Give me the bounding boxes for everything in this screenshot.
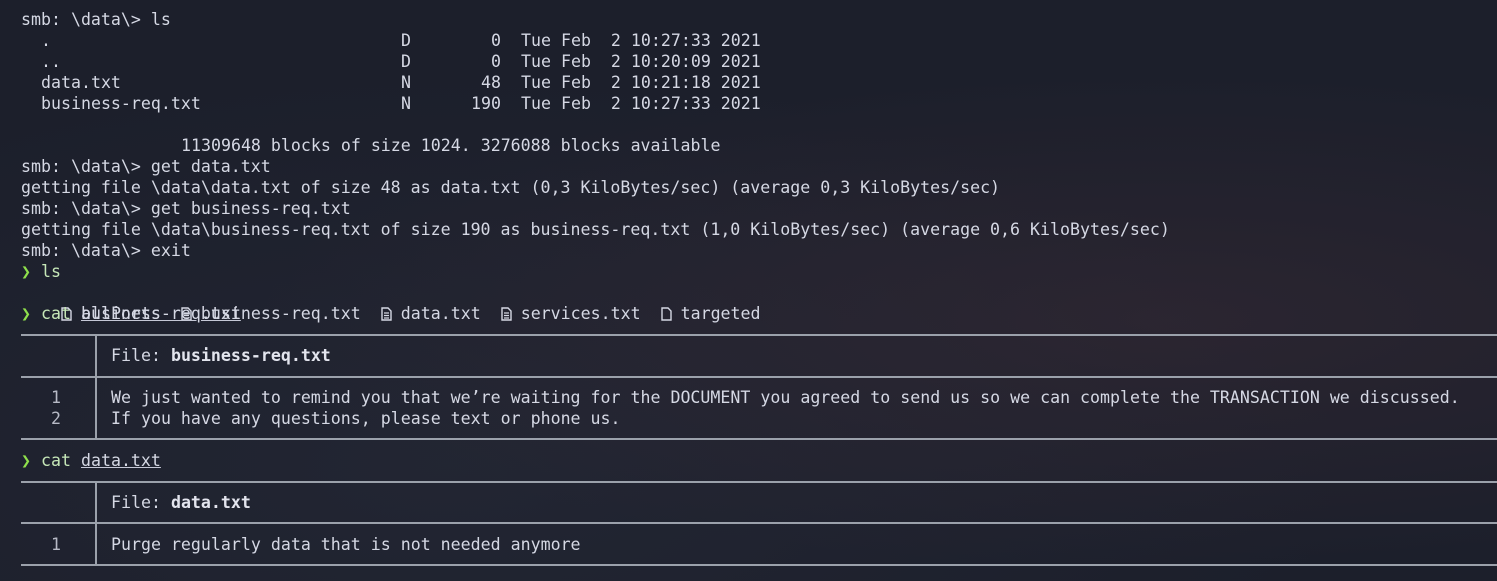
entry-size: 190 bbox=[471, 94, 501, 113]
smb-prompt-line: smb: \data\> ls bbox=[21, 9, 171, 30]
entry-name: .. bbox=[41, 52, 61, 71]
smb-prompt: smb: \data\> bbox=[21, 157, 151, 176]
smb-command: get business-req.txt bbox=[150, 199, 351, 218]
ls-item[interactable]: targeted bbox=[660, 304, 761, 323]
smb-output: getting file \data\business-req.txt of s… bbox=[21, 220, 1170, 239]
smb-prompt-line: smb: \data\> get data.txt bbox=[21, 156, 271, 177]
bat-file-header: File: data.txt bbox=[111, 492, 251, 513]
entry-size: 0 bbox=[491, 52, 501, 71]
smb-prompt: smb: \data\> bbox=[21, 10, 151, 29]
smb-output: getting file \data\data.txt of size 48 a… bbox=[21, 178, 1001, 197]
bat-bottom-rule bbox=[21, 564, 1497, 566]
file-name: business-req.txt bbox=[170, 346, 331, 365]
bat-header-rule bbox=[21, 376, 1497, 378]
shell-prompt-line: ❯ cat business-req.txt bbox=[21, 303, 241, 324]
entry-date: Tue Feb 2 10:27:33 2021 bbox=[521, 31, 761, 50]
smb-prompt-line: smb: \data\> get business-req.txt bbox=[21, 198, 351, 219]
smb-prompt: smb: \data\> bbox=[21, 199, 151, 218]
prompt-arrow-icon: ❯ bbox=[21, 262, 31, 281]
ls-item[interactable]: data.txt bbox=[381, 304, 481, 323]
file-label: File: bbox=[111, 346, 171, 365]
entry-name: business-req.txt bbox=[41, 94, 201, 113]
ls-item-label: services.txt bbox=[520, 304, 641, 323]
file-path-link[interactable]: data.txt bbox=[81, 451, 161, 470]
smb-entry-row: business-req.txt N 190 Tue Feb 2 10:27:3… bbox=[21, 93, 781, 114]
ls-item[interactable]: services.txt bbox=[501, 304, 641, 323]
shell-prompt-line: ❯ ls bbox=[21, 261, 61, 282]
smb-command: get data.txt bbox=[150, 157, 271, 176]
line-number: 2 bbox=[51, 409, 61, 428]
line-number: 1 bbox=[51, 535, 61, 554]
bat-bottom-rule bbox=[21, 438, 1497, 440]
file-text-icon bbox=[501, 307, 512, 321]
smb-entry-row: .. D 0 Tue Feb 2 10:20:09 2021 bbox=[21, 51, 781, 72]
smb-prompt-line: smb: \data\> exit bbox=[21, 240, 191, 261]
entry-type: N bbox=[401, 73, 411, 92]
entry-size: 0 bbox=[491, 31, 501, 50]
file-content-line: Purge regularly data that is not needed … bbox=[111, 535, 581, 554]
shell-command: ls bbox=[41, 262, 61, 281]
ls-item-label: targeted bbox=[680, 304, 761, 323]
ls-output: allPorts business-req.txt data.txt services… bbox=[21, 282, 781, 323]
bat-file-header: File: business-req.txt bbox=[111, 345, 331, 366]
entry-type: D bbox=[401, 31, 411, 50]
file-label: File: bbox=[111, 493, 171, 512]
file-outline-icon bbox=[660, 307, 672, 321]
entry-size: 48 bbox=[481, 73, 501, 92]
file-path-link[interactable]: business-req.txt bbox=[81, 304, 241, 323]
smb-command: exit bbox=[150, 241, 191, 260]
file-content-line: We just wanted to remind you that we’re … bbox=[111, 388, 1460, 407]
shell-command: cat bbox=[41, 451, 71, 470]
bat-gutter-rule bbox=[95, 335, 97, 439]
ls-item-label: data.txt bbox=[400, 304, 481, 323]
bat-header-rule bbox=[21, 522, 1497, 524]
entry-date: Tue Feb 2 10:21:18 2021 bbox=[521, 73, 761, 92]
entry-name: data.txt bbox=[41, 73, 121, 92]
file-content-line: If you have any questions, please text o… bbox=[111, 409, 621, 428]
entry-date: Tue Feb 2 10:20:09 2021 bbox=[521, 52, 761, 71]
bat-top-rule bbox=[21, 481, 1497, 483]
entry-type: D bbox=[401, 52, 411, 71]
prompt-arrow-icon: ❯ bbox=[21, 451, 31, 470]
file-name: data.txt bbox=[170, 493, 251, 512]
entry-type: N bbox=[401, 94, 411, 113]
smb-entry-row: data.txt N 48 Tue Feb 2 10:21:18 2021 bbox=[21, 72, 781, 93]
blocks-info: 11309648 blocks of size 1024. 3276088 bl… bbox=[181, 136, 721, 155]
bat-top-rule bbox=[21, 334, 1497, 336]
smb-command: ls bbox=[150, 10, 171, 29]
shell-prompt-line: ❯ cat data.txt bbox=[21, 450, 161, 471]
entry-name: . bbox=[41, 31, 51, 50]
terminal-window[interactable]: smb: \data\> ls . D 0 Tue Feb 2 10:27:33… bbox=[0, 0, 1497, 581]
file-text-icon bbox=[381, 307, 392, 321]
smb-prompt: smb: \data\> bbox=[21, 241, 151, 260]
shell-command: cat bbox=[41, 304, 71, 323]
smb-entry-row: . D 0 Tue Feb 2 10:27:33 2021 bbox=[21, 30, 781, 51]
entry-date: Tue Feb 2 10:27:33 2021 bbox=[521, 94, 761, 113]
prompt-arrow-icon: ❯ bbox=[21, 304, 31, 323]
line-number: 1 bbox=[51, 388, 61, 407]
